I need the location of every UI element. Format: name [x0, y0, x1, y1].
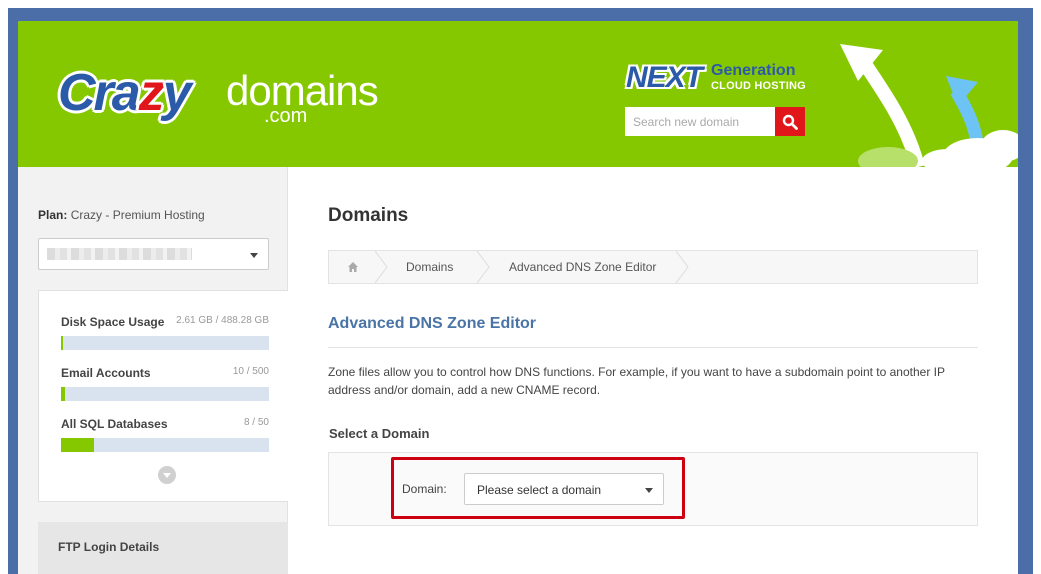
domain-label: Domain: — [402, 482, 447, 496]
chevron-down-icon — [163, 473, 171, 478]
ftp-login-label: FTP Login Details — [58, 540, 160, 554]
section-title: Advanced DNS Zone Editor — [328, 315, 537, 332]
search-icon — [782, 114, 798, 130]
next-generation-banner[interactable]: NEXT Generation CLOUD HOSTING — [626, 61, 816, 95]
next-text: NEXT — [626, 61, 703, 94]
breadcrumb-item-domains[interactable]: Domains — [406, 251, 453, 283]
logo-com-text: .com — [264, 105, 308, 127]
usage-bar — [61, 336, 269, 350]
chevron-down-icon — [250, 253, 258, 258]
account-select[interactable] — [38, 238, 269, 270]
sidebar: Plan: Crazy - Premium Hosting Disk Space… — [18, 167, 288, 574]
usage-bar — [61, 387, 269, 401]
breadcrumb-home[interactable] — [347, 251, 359, 283]
usage-bar-fill — [61, 387, 66, 401]
search-button[interactable] — [775, 107, 805, 136]
frame-top-edge — [0, 0, 1041, 8]
breadcrumb-separator — [477, 251, 490, 283]
account-name-blurred — [47, 248, 192, 260]
browser-window: Crazy domains .com NEXT Generation CLOUD… — [18, 21, 1018, 574]
domain-select[interactable]: Please select a domain — [464, 473, 664, 505]
search-domain-input[interactable] — [625, 107, 775, 136]
generation-text: Generation — [711, 62, 796, 79]
home-icon — [348, 262, 358, 272]
frame-left-edge — [0, 8, 8, 574]
page-title: Domains — [328, 205, 409, 226]
usage-sql-databases: All SQL Databases 8 / 50 — [61, 417, 269, 452]
chevron-down-icon — [645, 488, 653, 493]
breadcrumb-separator — [676, 251, 689, 283]
usage-bar — [61, 438, 269, 452]
usage-panel: Disk Space Usage 2.61 GB / 488.28 GB Ema… — [38, 290, 288, 502]
main-content: Domains Domains Advanced DNS Zone Editor… — [289, 167, 1018, 574]
crazydomains-logo[interactable]: Crazy domains .com — [58, 61, 398, 131]
plan-label: Plan: — [38, 208, 68, 222]
usage-disk-space: Disk Space Usage 2.61 GB / 488.28 GB — [61, 315, 269, 350]
logo-crazy-text: Crazy — [58, 64, 192, 122]
usage-value: 2.61 GB / 488.28 GB — [176, 315, 269, 326]
usage-email-accounts: Email Accounts 10 / 500 — [61, 366, 269, 401]
usage-value: 10 / 500 — [232, 366, 269, 377]
domain-select-value: Please select a domain — [477, 483, 602, 497]
usage-value: 8 / 50 — [243, 417, 269, 428]
site-header: Crazy domains .com NEXT Generation CLOUD… — [18, 21, 1018, 167]
usage-bar-fill — [61, 438, 95, 452]
expand-usage-button[interactable] — [158, 466, 176, 484]
plan-value: Crazy - Premium Hosting — [70, 208, 205, 222]
breadcrumb-item-dns-zone-editor[interactable]: Advanced DNS Zone Editor — [509, 251, 656, 283]
cloud-hosting-text: CLOUD HOSTING — [711, 80, 806, 92]
breadcrumb-separator — [375, 251, 388, 283]
ftp-login-details-item[interactable]: FTP Login Details — [38, 522, 288, 574]
frame-right-edge — [1033, 8, 1041, 574]
usage-label: All SQL Databases — [61, 417, 168, 431]
description-text: Zone files allow you to control how DNS … — [328, 365, 945, 397]
plan-info: Plan: Crazy - Premium Hosting — [38, 208, 205, 222]
usage-bar-fill — [61, 336, 64, 350]
divider — [328, 347, 978, 348]
select-domain-heading: Select a Domain — [329, 426, 430, 441]
breadcrumb: Domains Advanced DNS Zone Editor — [328, 250, 978, 284]
cloud-arrows-graphic — [840, 44, 1018, 167]
